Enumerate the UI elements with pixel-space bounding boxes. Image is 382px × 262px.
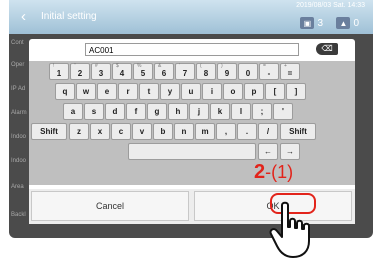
back-chevron-icon[interactable]: ‹ [21, 8, 26, 25]
key-bracket-right[interactable]: ] [286, 83, 306, 100]
key-bracket-left[interactable]: [ [265, 83, 285, 100]
key-arrow-left[interactable]: ← [258, 143, 278, 160]
monitor-icon: ▣ [300, 17, 315, 29]
sidebar-item: Alarm [11, 110, 27, 116]
key-comma[interactable]: , [216, 123, 236, 140]
key-5[interactable]: % 5 [133, 63, 153, 80]
date-time: 2019/08/03 Sat. 14:33 [296, 2, 365, 9]
key-period[interactable]: . [237, 123, 257, 140]
key-6[interactable]: & 6 [154, 63, 174, 80]
key-x[interactable]: x [90, 123, 110, 140]
sidebar-item: Cont [11, 40, 24, 46]
key-shift-left[interactable]: Shift [31, 123, 67, 140]
step-number: 2 [254, 161, 266, 183]
sidebar-item: Indoo [11, 158, 27, 164]
key-shift-right[interactable]: Shift [280, 123, 316, 140]
key-area: ! 1 " 2 #3 $4 % 5 & 6 ' 7 (8 ) 9 0 = - + = q w e… [29, 61, 355, 185]
key-q[interactable]: q [55, 83, 75, 100]
key-space[interactable] [128, 143, 256, 160]
key-minus[interactable]: = - [259, 63, 279, 80]
cancel-button[interactable]: Cancel [31, 191, 189, 221]
alert-triangle-icon: ▲ [336, 17, 351, 29]
key-k[interactable]: k [210, 103, 230, 120]
key-equals[interactable]: + = [280, 63, 300, 80]
key-m[interactable]: m [195, 123, 215, 140]
key-quote[interactable]: ' [273, 103, 293, 120]
key-n[interactable]: n [174, 123, 194, 140]
key-d[interactable]: d [105, 103, 125, 120]
backspace-key[interactable]: ⌫ [316, 43, 338, 55]
key-3[interactable]: #3 [91, 63, 111, 80]
key-8[interactable]: (8 [196, 63, 216, 80]
key-0[interactable]: 0 [238, 63, 258, 80]
sidebar-item: Oper [11, 62, 25, 68]
key-b[interactable]: b [153, 123, 173, 140]
key-e[interactable]: e [97, 83, 117, 100]
key-y[interactable]: y [160, 83, 180, 100]
key-1[interactable]: ! 1 [49, 63, 69, 80]
status-badge-1: ▣ 3 [300, 16, 323, 30]
key-w[interactable]: w [76, 83, 96, 100]
sidebar-item: Indoo [11, 134, 27, 140]
key-s[interactable]: s [84, 103, 104, 120]
sidebar-item: IP Ad [11, 86, 26, 92]
key-7[interactable]: ' 7 [175, 63, 195, 80]
key-o[interactable]: o [223, 83, 243, 100]
key-semicolon[interactable]: ; [252, 103, 272, 120]
key-9[interactable]: ) 9 [217, 63, 237, 80]
key-arrow-right[interactable]: → [280, 143, 300, 160]
key-r[interactable]: r [118, 83, 138, 100]
badge-count-1: 3 [317, 17, 323, 29]
sidebar: Cont Oper IP Ad Alarm Indoo Indoo Area B… [9, 34, 29, 238]
key-2[interactable]: " 2 [70, 63, 90, 80]
header-bar: ‹ Initial setting 2019/08/03 Sat. 14:33 … [9, 0, 373, 34]
key-slash[interactable]: / [258, 123, 278, 140]
key-a[interactable]: a [63, 103, 83, 120]
step-callout: 2-(1) [254, 161, 293, 184]
key-f[interactable]: f [126, 103, 146, 120]
key-u[interactable]: u [181, 83, 201, 100]
text-input[interactable]: AC001 [85, 43, 299, 56]
badge-count-2: 0 [353, 17, 359, 29]
key-c[interactable]: c [111, 123, 131, 140]
key-j[interactable]: j [189, 103, 209, 120]
page-title: Initial setting [41, 11, 97, 22]
step-sub: -(1) [265, 162, 294, 182]
key-p[interactable]: p [244, 83, 264, 100]
key-g[interactable]: g [147, 103, 167, 120]
status-badge-2: ▲ 0 [336, 16, 359, 30]
key-4[interactable]: $4 [112, 63, 132, 80]
key-i[interactable]: i [202, 83, 222, 100]
key-t[interactable]: t [139, 83, 159, 100]
sidebar-item: Area [11, 184, 24, 190]
key-v[interactable]: v [132, 123, 152, 140]
sidebar-item: Backl [11, 212, 26, 218]
key-z[interactable]: z [69, 123, 89, 140]
key-l[interactable]: l [231, 103, 251, 120]
key-h[interactable]: h [168, 103, 188, 120]
pointing-hand-icon [269, 201, 310, 258]
